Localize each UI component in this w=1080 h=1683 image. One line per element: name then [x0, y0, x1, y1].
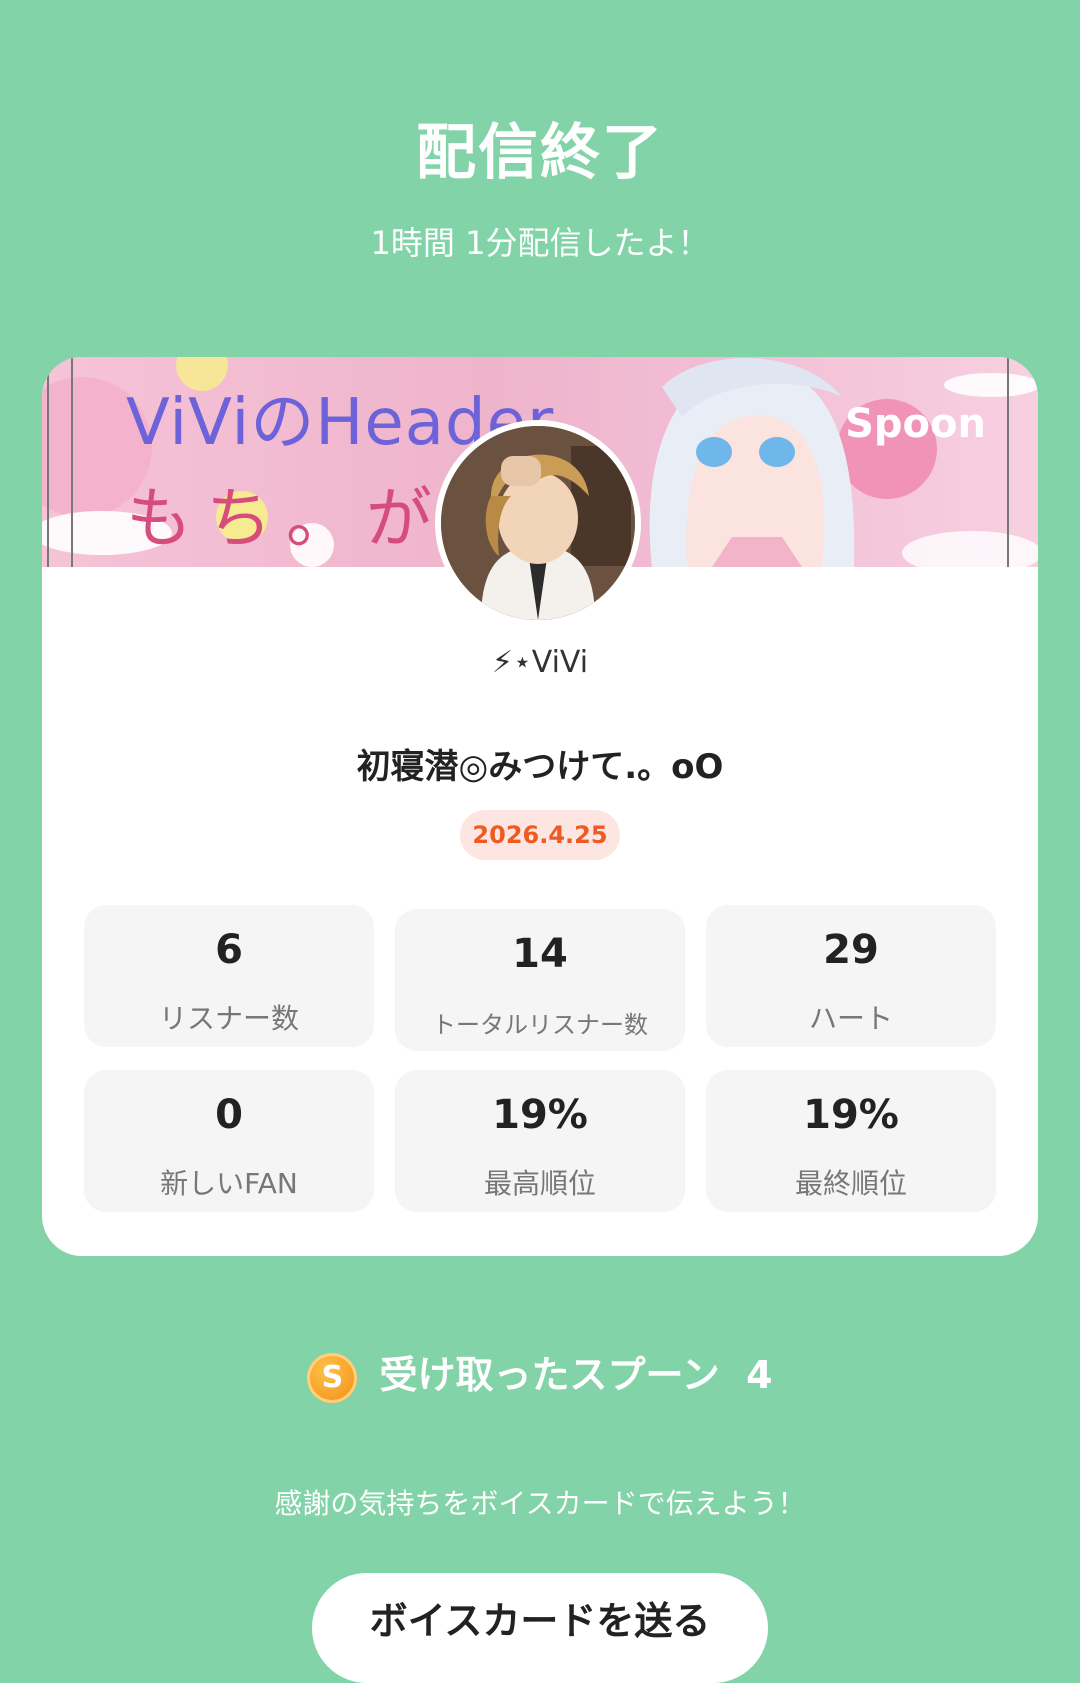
stat-final-rank: 19% 最終順位 [706, 1070, 996, 1212]
stat-label: ハート [808, 1002, 893, 1035]
page-title: 配信終了 [416, 118, 664, 188]
stat-value: 0 [215, 1092, 243, 1138]
received-spoons-count: 4 [746, 1353, 773, 1397]
send-voicecard-button[interactable]: ボイスカードを送る [312, 1573, 768, 1683]
stat-value: 19% [803, 1092, 899, 1138]
avatar[interactable] [435, 420, 641, 626]
stat-total-listeners: 14 トータルリスナー数 [395, 909, 685, 1051]
stat-hearts: 29 ハート [706, 905, 996, 1047]
stat-highest-rank: 19% 最高順位 [395, 1070, 685, 1212]
avatar-image [441, 426, 635, 620]
stat-label: 最高順位 [483, 1167, 596, 1200]
stat-value: 19% [492, 1092, 588, 1138]
stat-value: 14 [512, 931, 568, 977]
spoon-logo: Spoon [845, 401, 986, 447]
stat-listeners: 6 リスナー数 [84, 905, 374, 1047]
stat-label: リスナー数 [158, 1002, 299, 1035]
stat-new-fans: 0 新しいFAN [84, 1070, 374, 1212]
stat-value: 29 [823, 927, 879, 973]
username: ⚡︎⋆ViVi [491, 645, 589, 680]
live-summary-card: ViViのHeader もち。が丁 Spoon ⚡︎⋆ViVi 初寝潜◎みつけて… [42, 357, 1038, 1256]
stat-label: トータルリスナー数 [432, 1011, 648, 1039]
spoon-coin-icon: S [307, 1352, 358, 1403]
thanks-text: 感謝の気持ちをボイスカードで伝えよう！ [274, 1487, 806, 1520]
stat-value: 6 [215, 927, 243, 973]
live-title: 初寝潜◎みつけて.。oO [356, 747, 724, 787]
stat-label: 新しいFAN [160, 1167, 298, 1200]
received-spoons: S 受け取ったスプーン 4 [0, 1344, 1080, 1403]
received-spoons-label: 受け取ったスプーン [379, 1353, 720, 1397]
stat-label: 最終順位 [794, 1167, 907, 1200]
duration-text: 1時間 1分配信したよ！ [370, 224, 710, 262]
date-badge: 2026.4.25 [460, 810, 620, 860]
